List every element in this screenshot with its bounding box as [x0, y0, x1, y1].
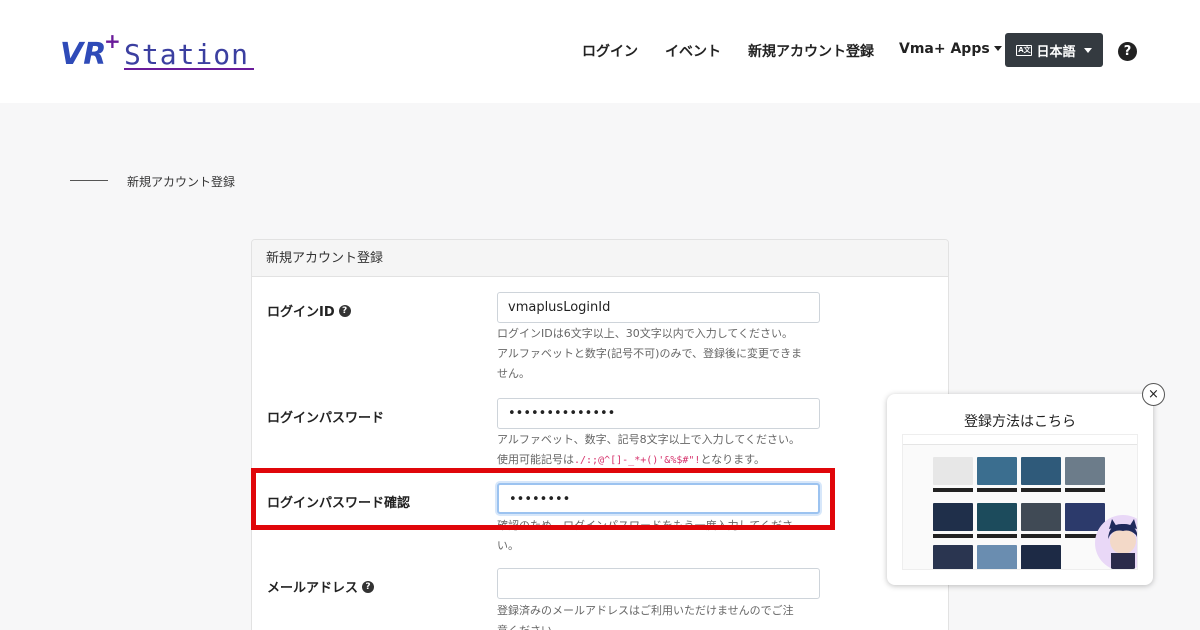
login-id-help-line3: せん。 — [497, 367, 530, 380]
vtuber-avatar — [1095, 515, 1137, 569]
login-id-label-text: ログインID — [267, 305, 335, 320]
question-icon[interactable]: ? — [362, 580, 375, 593]
password-label-text: ログインパスワード — [267, 411, 385, 426]
thumbnail-topbar — [903, 435, 1137, 445]
thumbnail-tile-button — [1021, 488, 1061, 492]
email-help-line1: 登録済みのメールアドレスはご利用いただけませんのでご注 — [497, 604, 794, 617]
thumbnail-tile-button — [977, 534, 1017, 538]
nav-signup[interactable]: 新規アカウント登録 — [748, 41, 874, 61]
thumbnail-tile-button — [977, 488, 1017, 492]
site-header: VR + Station ログイン イベント 新規アカウント登録 Vma+ Ap… — [0, 0, 1200, 103]
login-id-input[interactable]: vmaplusLoginId — [497, 292, 820, 323]
svg-text:Station: Station — [124, 38, 249, 71]
email-input[interactable] — [497, 568, 820, 599]
thumbnail-tile — [1021, 545, 1061, 569]
popup-title: 登録方法はこちら — [964, 414, 1076, 430]
nav-event[interactable]: イベント — [665, 41, 721, 61]
password-help: アルファベット、数字、記号8文字以上で入力してください。 使用可能記号は./:;… — [497, 430, 827, 471]
login-id-help: ログインIDは6文字以上、30文字以内で入力してください。 アルファベットと数字… — [497, 324, 827, 384]
login-id-label: ログインID ? — [267, 301, 351, 320]
password-label: ログインパスワード — [267, 407, 384, 426]
signup-card: 新規アカウント登録 ログインID ? vmaplusLoginId ログインID… — [251, 239, 949, 630]
close-icon[interactable]: × — [1142, 383, 1165, 406]
tutorial-popup[interactable]: 登録方法はこちら — [887, 394, 1153, 585]
thumbnail-tile — [933, 503, 973, 531]
thumbnail-tile — [977, 457, 1017, 485]
thumbnail-tile-button — [933, 534, 973, 538]
nav-login[interactable]: ログイン — [582, 41, 638, 61]
caret-down-icon — [1083, 47, 1092, 53]
help-icon[interactable]: ? — [1118, 42, 1137, 61]
vr-station-logo[interactable]: VR + Station — [60, 28, 260, 74]
thumbnail-tile — [933, 457, 973, 485]
thumbnail-tile-button — [1065, 488, 1105, 492]
password-help-prefix: 使用可能記号は — [497, 453, 574, 466]
email-label: メールアドレス ? — [267, 577, 375, 596]
language-icon: A文 — [1016, 44, 1033, 56]
breadcrumb-line — [70, 180, 108, 181]
login-id-help-line1: ログインIDは6文字以上、30文字以内で入力してください。 — [497, 327, 794, 340]
thumbnail-tile — [977, 503, 1017, 531]
question-icon[interactable]: ? — [338, 304, 351, 317]
nav-vma-apps-label: Vma+ Apps — [899, 41, 990, 57]
thumbnail-tile-button — [933, 488, 973, 492]
thumbnail-tile — [933, 545, 973, 569]
thumbnail-tile — [977, 545, 1017, 569]
svg-text:+: + — [104, 29, 121, 53]
language-label: 日本語 — [1036, 44, 1076, 60]
nav-vma-apps[interactable]: Vma+ Apps — [899, 41, 1002, 57]
tutorial-thumbnail[interactable] — [902, 434, 1138, 570]
card-title: 新規アカウント登録 — [252, 240, 948, 277]
password-input[interactable]: •••••••••••••• — [497, 398, 820, 429]
highlight-box — [251, 468, 835, 530]
login-id-help-line2: アルファベットと数字(記号不可)のみで、登録後に変更できま — [497, 347, 803, 360]
email-help: 登録済みのメールアドレスはご利用いただけませんのでご注 意ください。 — [497, 601, 827, 630]
thumbnail-tile — [1021, 503, 1061, 531]
password-confirm-help-line2: い。 — [497, 539, 519, 552]
email-label-text: メールアドレス — [267, 581, 359, 596]
language-dropdown-button[interactable]: A文 日本語 — [1005, 33, 1103, 67]
allowed-symbols: ./:;@^[]-_*+()'&%$#"! — [574, 455, 701, 466]
thumbnail-tile — [1065, 457, 1105, 485]
svg-text:VR: VR — [60, 37, 106, 72]
thumbnail-tile-button — [1021, 534, 1061, 538]
breadcrumb: 新規アカウント登録 — [127, 175, 236, 189]
caret-down-icon — [993, 46, 1002, 51]
password-help-suffix: となります。 — [700, 453, 766, 466]
thumbnail-tile — [1021, 457, 1061, 485]
password-help-line1: アルファベット、数字、記号8文字以上で入力してください。 — [497, 433, 801, 446]
email-help-line2: 意ください。 — [497, 621, 827, 630]
